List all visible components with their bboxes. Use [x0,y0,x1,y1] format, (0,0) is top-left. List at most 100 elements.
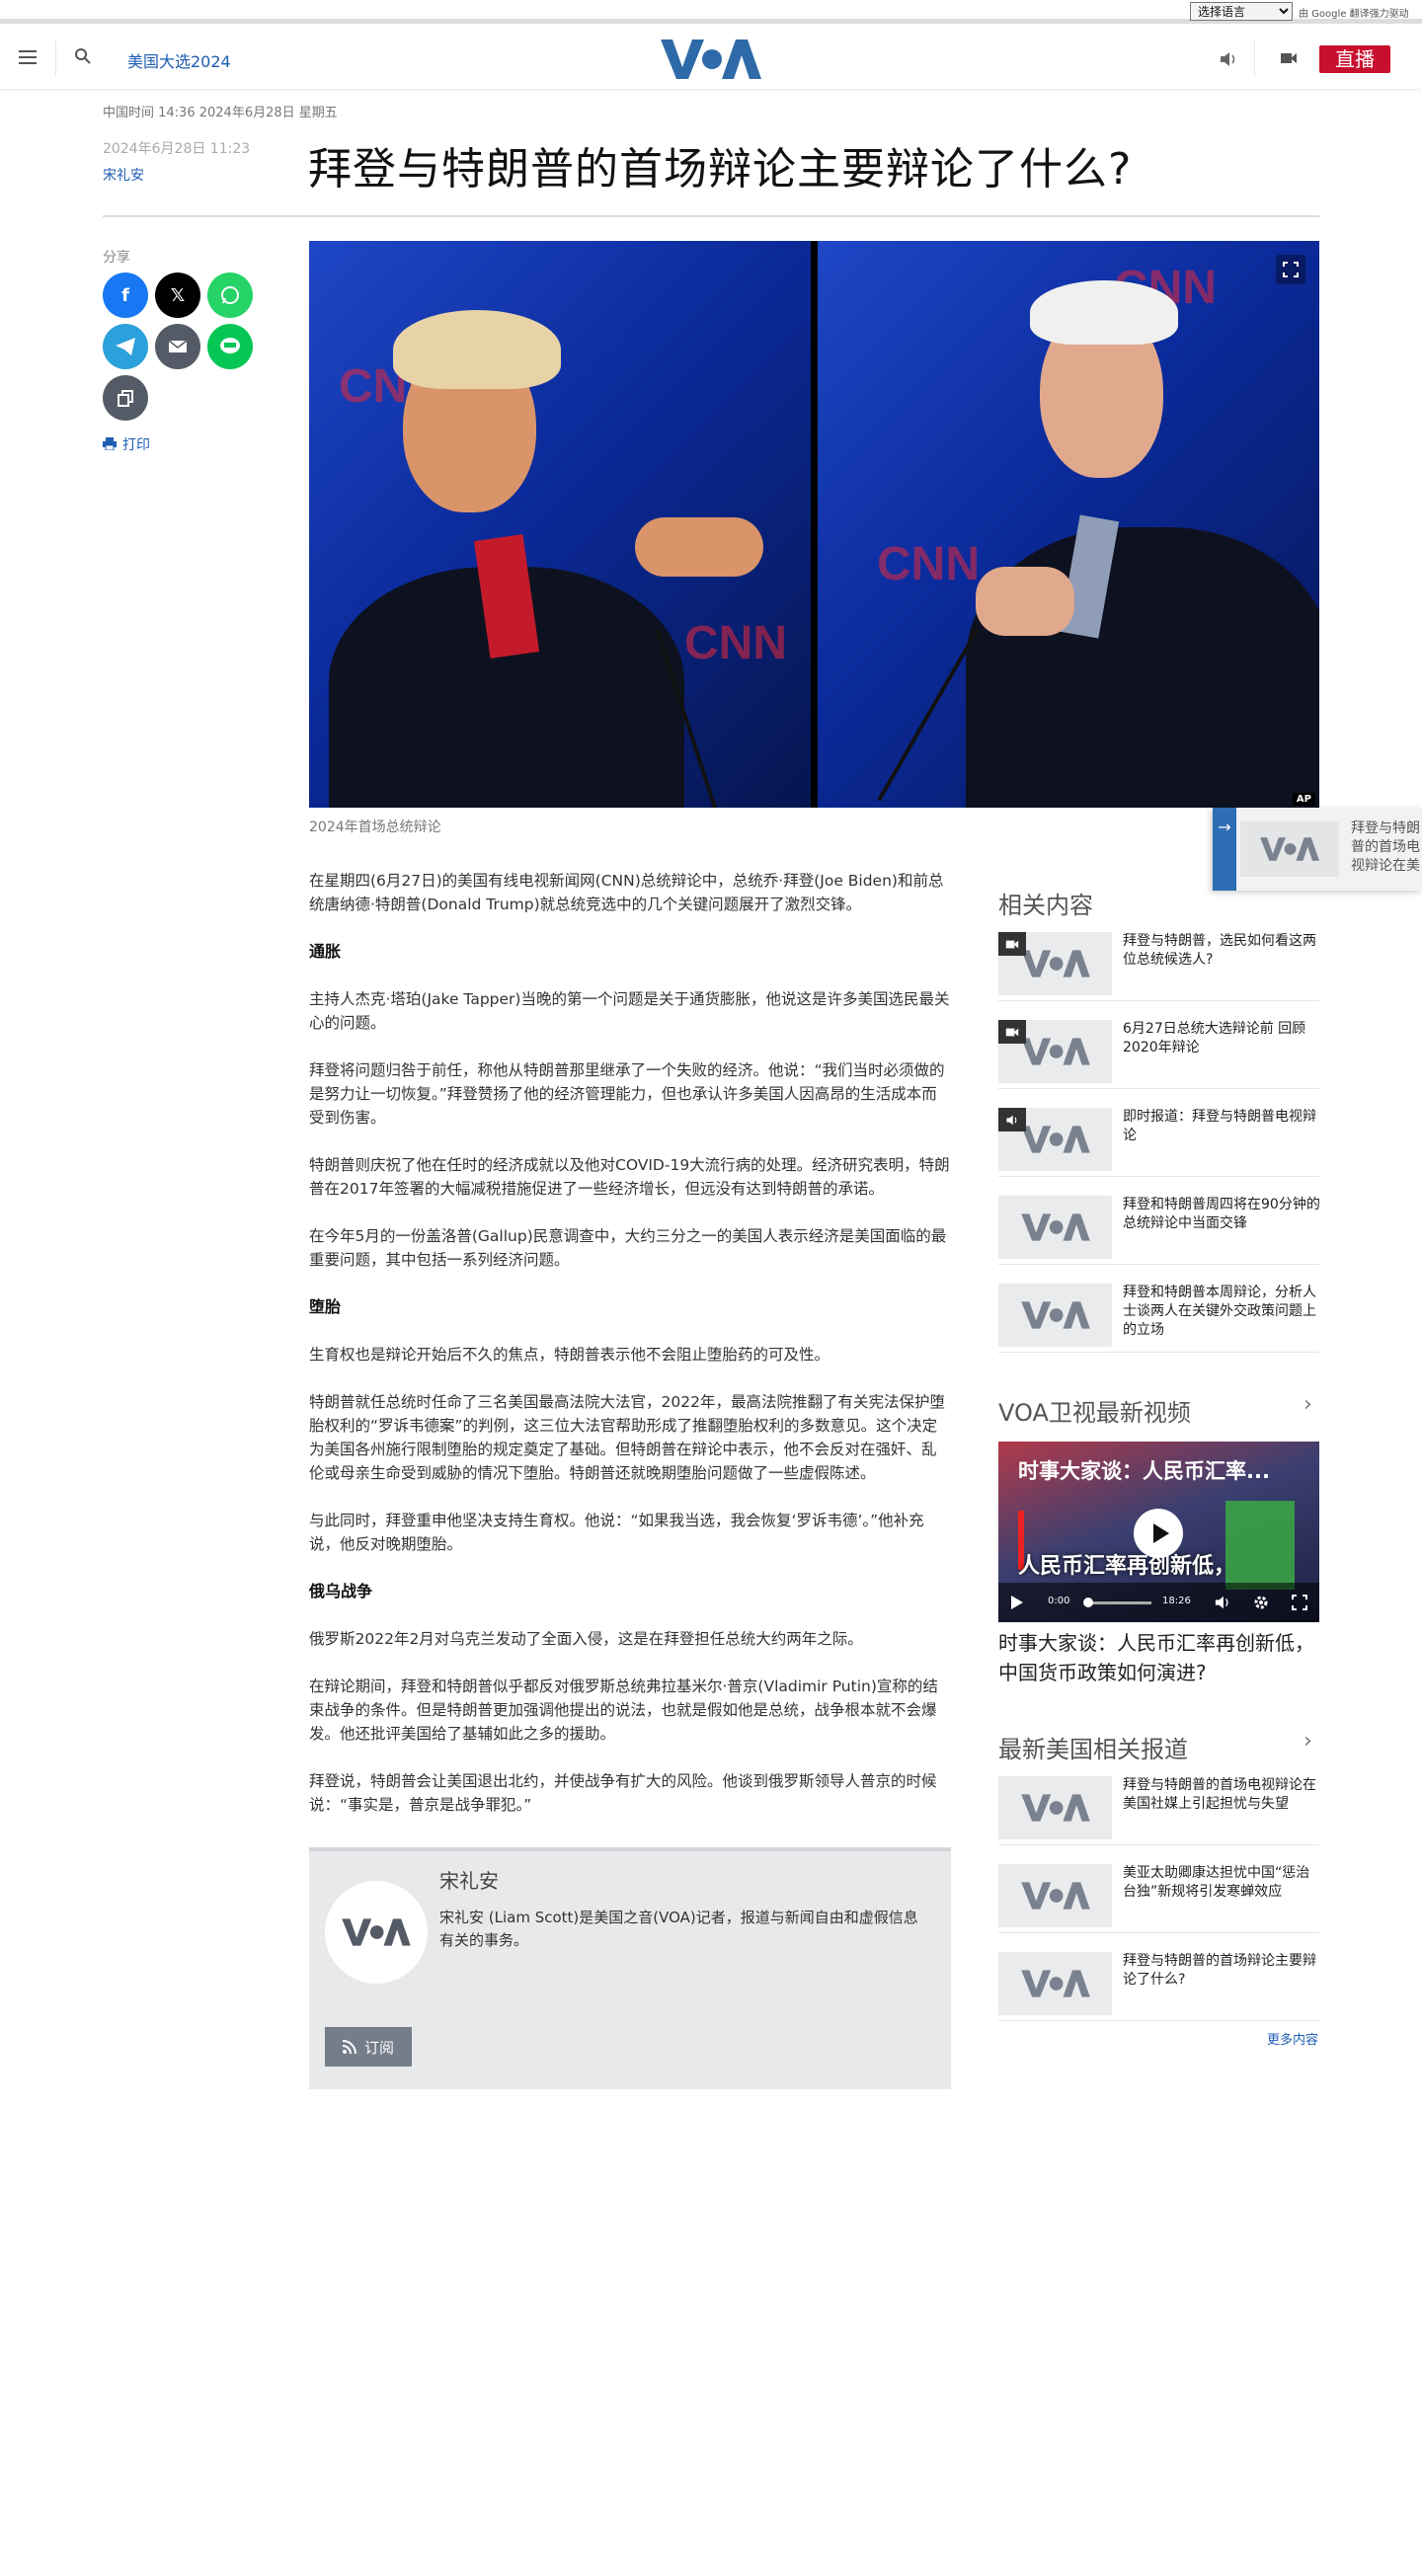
body-paragraph: 在星期四(6月27日)的美国有线电视新闻网(CNN)总统辩论中，总统乔·拜登(J… [309,872,944,913]
rss-icon [342,2040,356,2054]
list-item[interactable]: 拜登与特朗普，选民如何看这两位总统候选人? [998,932,1319,1001]
play-small-icon[interactable] [1010,1595,1024,1610]
hero-image[interactable]: CNN CNN CNN CNN AP [309,241,1319,808]
video-scrubber[interactable] [1083,1598,1093,1607]
voa-logo-icon [1020,1794,1090,1822]
facebook-share-icon[interactable]: f [103,273,148,318]
body-paragraph: 生育权也是辩论开始后不久的焦点，特朗普表示他不会阻止堕胎药的可及性。 [309,1346,830,1364]
list-item[interactable]: 拜登与特朗普的首场辩论主要辩论了什么? [998,1952,1319,2021]
video-icon [998,1020,1026,1044]
video-time-current: 0:00 [1048,1596,1070,1606]
fullscreen-small-icon[interactable] [1292,1595,1307,1610]
body-paragraph: 在今年5月的一份盖洛普(Gallup)民意调查中，大约三分之一的美国人表示经济是… [309,1227,947,1269]
author-box: 宋礼安 宋礼安 (Liam Scott)是美国之音(VOA)记者，报道与新闻自由… [309,1847,951,2089]
copy-link-icon[interactable] [103,375,148,421]
list-item[interactable]: 即时报道：拜登与特朗普电视辩论 [998,1108,1319,1177]
body-paragraph: 俄罗斯2022年2月对乌克兰发动了全面入侵，这是在拜登担任总统大约两年之际。 [309,1630,863,1648]
voa-logo-icon [1020,1970,1090,1997]
list-item-title: 即时报道：拜登与特朗普电视辩论 [1123,1109,1316,1143]
next-article-card[interactable]: → 拜登与特朗普的首场电视辩论在美国社媒上引起担忧与失望 [1213,808,1422,891]
print-label: 打印 [122,437,150,453]
more-link[interactable]: 更多内容 [1267,2029,1318,2048]
list-item-title: 拜登与特朗普的首场电视辩论在美国社媒上引起担忧与失望 [1123,1777,1316,1812]
settings-gear-icon[interactable] [1253,1595,1269,1610]
author-avatar[interactable] [325,1881,428,1984]
audio-icon [998,1108,1026,1132]
list-item-thumb [998,1776,1112,1839]
related-title: 相关内容 [998,892,1093,919]
header-divider [55,40,56,76]
list-item[interactable]: 拜登与特朗普的首场电视辩论在美国社媒上引起担忧与失望 [998,1776,1319,1845]
video-controls: 0:00 18:26 [998,1583,1319,1622]
list-item-title: 6月27日总统大选辩论前 回顾2020年辩论 [1123,1021,1306,1055]
list-item[interactable]: 美亚太助卿康达担忧中国“惩治台独”新规将引发寒蝉效应 [998,1864,1319,1933]
search-icon[interactable] [74,47,92,65]
list-item-title: 拜登和特朗普本周辩论，分析人士谈两人在关键外交政策问题上的立场 [1123,1285,1316,1338]
play-button[interactable] [1134,1509,1183,1558]
line-share-icon[interactable] [207,324,253,369]
body-paragraph: 与此同时，拜登重申他坚决支持生育权。他说：“如果我当选，我会恢复‘罗诉韦德’。”… [309,1512,924,1553]
video-player[interactable]: 时事大家谈：人民币汇率... 人民币汇率再创新低， 0:00 18:26 [998,1442,1319,1622]
fullscreen-icon[interactable] [1276,255,1305,284]
body-paragraph: 拜登将问题归咎于前任，称他从特朗普那里继承了一个失败的经济。他说：“我们当时必须… [309,1061,945,1127]
list-item[interactable]: 拜登和特朗普周四将在90分钟的总统辩论中当面交锋 [998,1196,1320,1265]
next-article-thumb [1240,821,1339,877]
body-paragraph: 在辩论期间，拜登和特朗普似乎都反对俄罗斯总统弗拉基米尔·普京(Vladimir … [309,1678,938,1743]
list-item-title: 拜登与特朗普，选民如何看这两位总统候选人? [1123,933,1316,968]
author-link[interactable]: 宋礼安 [103,165,144,185]
chevron-right-icon[interactable]: › [1304,1729,1312,1754]
share-label: 分享 [103,250,130,266]
list-item-thumb [998,1108,1112,1171]
list-item-title: 美亚太助卿康达担忧中国“惩治台独”新规将引发寒蝉效应 [1123,1865,1310,1900]
divider [103,215,1319,217]
video-progress[interactable] [1087,1601,1151,1604]
dateline: 中国时间 14:36 2024年6月28日 星期五 [103,106,338,120]
header-divider [1254,40,1255,76]
voa-logo-icon [342,1918,411,1946]
author-name[interactable]: 宋礼安 [439,1865,499,1894]
x-share-icon[interactable]: 𝕏 [155,273,200,318]
author-bio: 宋礼安 (Liam Scott)是美国之音(VOA)记者，报道与新闻自由和虚假信… [439,1909,918,1949]
list-item[interactable]: 6月27日总统大选辩论前 回顾2020年辩论 [998,1020,1319,1089]
list-item-title: 拜登与特朗普的首场辩论主要辩论了什么? [1123,1953,1316,1988]
video-section-title[interactable]: VOA卫视最新视频 [998,1393,1191,1428]
body-paragraph: 特朗普则庆祝了他在任时的经济成就以及他对COVID-19大流行病的处理。经济研究… [309,1156,950,1198]
list-item[interactable]: 拜登和特朗普本周辩论，分析人士谈两人在关键外交政策问题上的立场 [998,1284,1319,1353]
video-caption[interactable]: 时事大家谈：人民币汇率再创新低，中国货币政策如何演进? [998,1628,1319,1687]
language-select[interactable]: 选择语言 [1190,2,1293,21]
site-header: 美国大选2024 直播 [0,29,1422,90]
image-caption: 2024年首场总统辩论 [309,820,441,835]
video-icon[interactable] [1280,51,1298,65]
whatsapp-share-icon[interactable] [207,273,253,318]
list-item-thumb [998,1864,1112,1927]
next-article-text: 拜登与特朗普的首场电视辩论在美国社媒上引起担忧与失望 [1351,820,1420,874]
voa-logo-icon [1020,1213,1090,1241]
trump-photo: CNN CNN [309,241,811,808]
volume-icon[interactable] [1214,1595,1231,1610]
live-button[interactable]: 直播 [1319,45,1390,73]
body-paragraph: 主持人杰克·塔珀(Jake Tapper)当晚的第一个问题是关于通货膨胀，他说这… [309,990,950,1032]
audio-icon[interactable] [1219,50,1238,68]
list-item-thumb [998,932,1112,995]
voa-logo[interactable] [661,38,761,81]
print-link[interactable]: 打印 [103,434,150,454]
arrow-right-icon[interactable]: → [1213,808,1236,891]
google-translate-credit: 由 Google 翻译强力驱动 [1299,9,1409,20]
biden-photo: CNN CNN [818,241,1319,808]
body-paragraph: 特朗普就任总统时任命了三名美国最高法院大法官，2022年，最高法院推翻了有关宪法… [309,1393,945,1482]
subscribe-button[interactable]: 订阅 [325,2027,412,2067]
latest-title[interactable]: 最新美国相关报道 [998,1730,1188,1764]
image-credit: AP [1292,793,1315,806]
section-heading: 堕胎 [309,1297,342,1316]
voa-logo-icon [1020,1038,1090,1065]
menu-icon[interactable] [19,50,37,64]
chevron-right-icon[interactable]: › [1304,1392,1312,1417]
video-overlay-title: 时事大家谈：人民币汇率... [1018,1459,1270,1483]
voa-logo-icon [1020,1882,1090,1910]
publish-date: 2024年6月28日 11:23 [103,141,251,157]
telegram-share-icon[interactable] [103,324,148,369]
section-heading: 俄乌战争 [309,1582,373,1600]
email-share-icon[interactable] [155,324,200,369]
voa-logo-icon [1020,1301,1090,1329]
nav-link-election-2024[interactable]: 美国大选2024 [127,48,231,72]
